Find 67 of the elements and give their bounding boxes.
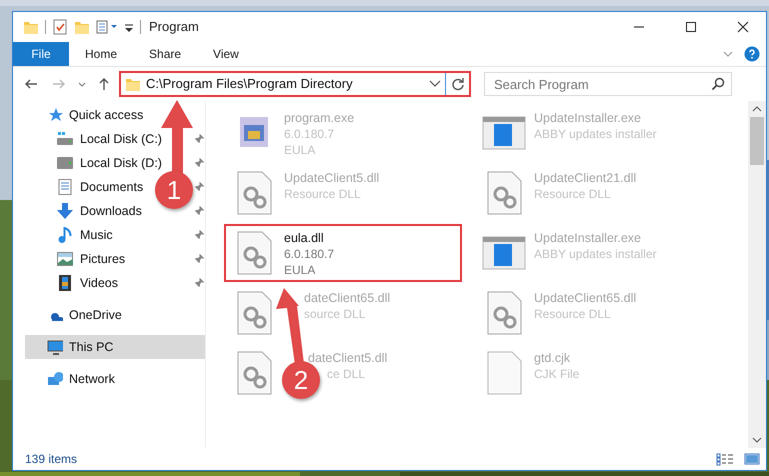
pin-icon[interactable] (194, 158, 204, 168)
help-icon (744, 46, 760, 62)
pin-icon[interactable] (194, 134, 204, 144)
item-count: 139 items (25, 451, 78, 468)
properties-icon[interactable] (52, 19, 68, 35)
pin-icon[interactable] (194, 230, 204, 240)
nav-icon (47, 371, 63, 387)
nav-item[interactable]: Pictures (57, 250, 126, 268)
ribbon-tab[interactable]: Home (69, 42, 134, 66)
up-icon (97, 77, 111, 91)
scrollbar[interactable] (748, 101, 766, 448)
pin-icon[interactable] (194, 278, 204, 288)
file-detail: ce DLL (327, 366, 366, 382)
file-detail: 6.0.180.7 (284, 126, 334, 142)
ribbon-tab[interactable]: Share (133, 42, 198, 66)
address-path: C:\Program Files\Program Directory (146, 75, 354, 94)
address-bar[interactable]: C:\Program Files\Program Directory (119, 71, 471, 97)
nav-icon (57, 155, 73, 171)
nav-item[interactable]: Local Disk (C:) (57, 130, 162, 148)
search-field[interactable]: Search Program (484, 72, 732, 96)
chevron-icon (723, 51, 733, 57)
nav-item[interactable]: Quick access (25, 103, 205, 127)
file-detail: source DLL (304, 306, 366, 322)
search-icon (711, 77, 725, 91)
pin-icon[interactable] (194, 206, 204, 216)
nav-icon (57, 275, 73, 291)
nav-item[interactable]: Music (57, 226, 113, 244)
window-title: Program (149, 18, 199, 36)
file-name[interactable]: eula.dll (284, 230, 324, 246)
large-icons-view-icon[interactable] (744, 452, 760, 466)
dropdown-icon[interactable] (429, 79, 441, 89)
nav-item[interactable]: Documents (57, 178, 144, 196)
file-tab[interactable]: File (13, 42, 69, 66)
refresh-icon (450, 77, 464, 91)
file-detail: EULA (284, 142, 316, 158)
details-view-icon[interactable] (716, 452, 734, 466)
close-icon (737, 21, 749, 33)
nav-item[interactable]: This PC (25, 335, 205, 359)
view-options-icon[interactable] (96, 19, 118, 35)
maximize-icon (685, 21, 697, 33)
nav-icon (57, 203, 73, 219)
nav-item[interactable]: Network (25, 367, 205, 391)
file-detail: CJK File (534, 366, 580, 382)
pin-icon[interactable] (194, 254, 204, 264)
forward-icon (52, 77, 66, 91)
nav-item[interactable]: OneDrive (25, 303, 205, 327)
nav-item[interactable]: Local Disk (D:) (57, 154, 162, 172)
file-detail: Resource DLL (284, 186, 361, 202)
file-detail: Resource DLL (534, 186, 611, 202)
folder-icon (125, 76, 141, 92)
back-icon (24, 77, 38, 91)
nav-icon (47, 107, 63, 123)
file-detail: ABBY updates installer (534, 126, 657, 142)
ribbon-tab[interactable]: View (197, 42, 255, 66)
file-detail: Resource DLL (534, 306, 611, 322)
pin-icon[interactable] (194, 182, 204, 192)
nav-icon (57, 251, 73, 267)
nav-icon (47, 339, 63, 355)
scrollbar-thumb[interactable] (750, 117, 764, 165)
nav-item[interactable]: Downloads (57, 202, 142, 220)
file-detail: 6.0.180.7 (284, 246, 334, 262)
nav-icon (57, 227, 73, 243)
file-detail: EULA (284, 262, 316, 278)
nav-icon (57, 131, 73, 147)
file-detail: ABBY updates installer (534, 246, 657, 262)
nav-icon (57, 179, 73, 195)
nav-item[interactable]: Videos (57, 274, 118, 292)
